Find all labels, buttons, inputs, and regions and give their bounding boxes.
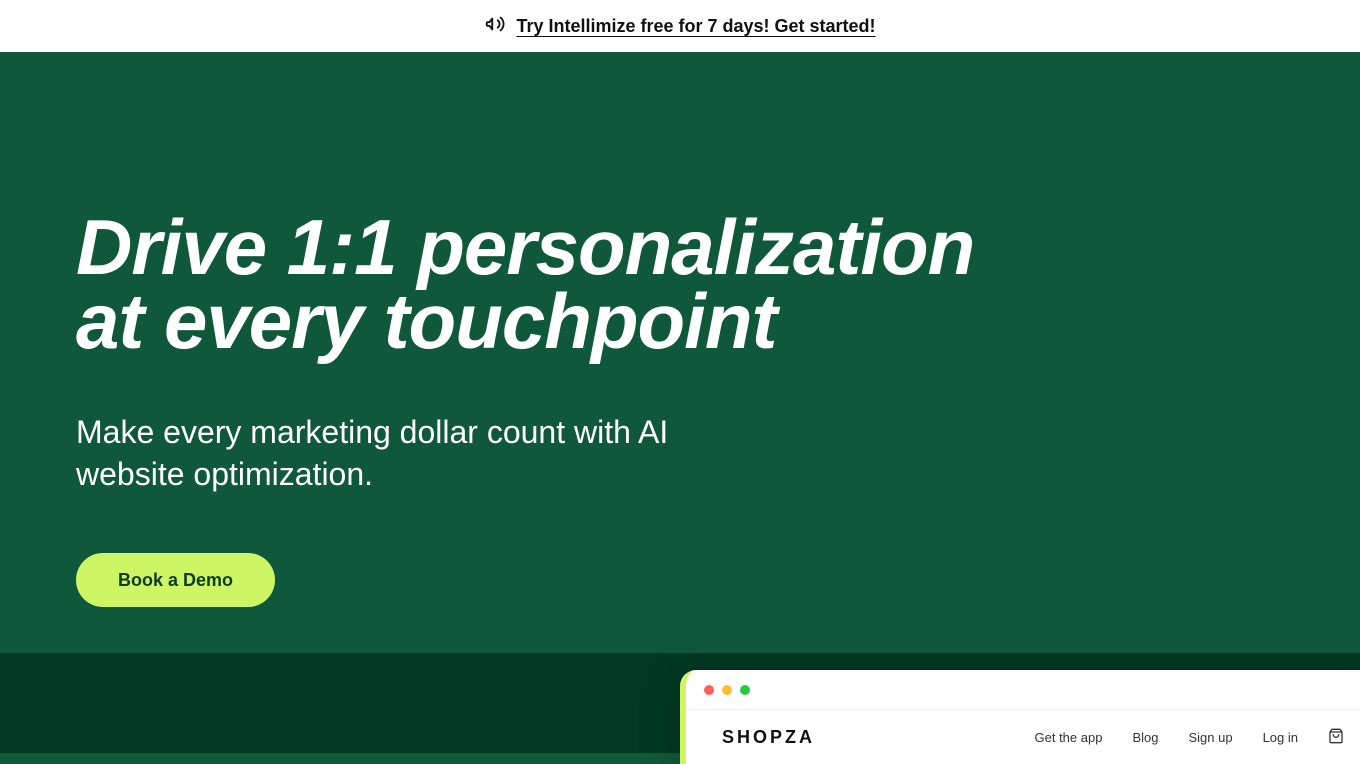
- mockup-link-blog[interactable]: Blog: [1132, 730, 1158, 745]
- announcement-bar: Try Intellimize free for 7 days! Get sta…: [0, 0, 1360, 52]
- hero-title-line2: at every touchpoint: [76, 277, 776, 365]
- hero-cta: Book a Demo: [76, 553, 974, 607]
- hero-title: Drive 1:1 personalization at every touch…: [76, 210, 974, 358]
- shopping-bag-icon[interactable]: [1328, 728, 1344, 747]
- mockup-links: Get the app Blog Sign up Log in: [1035, 728, 1345, 747]
- hero-content: Drive 1:1 personalization at every touch…: [76, 210, 974, 607]
- mockup-brand-logo: SHOPZA: [722, 727, 815, 748]
- mockup-link-login[interactable]: Log in: [1263, 730, 1298, 745]
- mockup-link-get-app[interactable]: Get the app: [1035, 730, 1103, 745]
- mockup-navbar: SHOPZA Get the app Blog Sign up Log in: [686, 710, 1360, 764]
- mockup-link-signup[interactable]: Sign up: [1188, 730, 1232, 745]
- megaphone-icon: [484, 13, 506, 40]
- book-a-demo-button[interactable]: Book a Demo: [76, 553, 275, 607]
- traffic-light-green-icon: [740, 685, 750, 695]
- browser-traffic-lights: [686, 670, 1360, 710]
- announcement-link[interactable]: Try Intellimize free for 7 days! Get sta…: [516, 16, 875, 37]
- hero-subtitle: Make every marketing dollar count with A…: [76, 412, 776, 495]
- traffic-light-red-icon: [704, 685, 714, 695]
- browser-mockup: SHOPZA Get the app Blog Sign up Log in: [680, 670, 1360, 764]
- traffic-light-yellow-icon: [722, 685, 732, 695]
